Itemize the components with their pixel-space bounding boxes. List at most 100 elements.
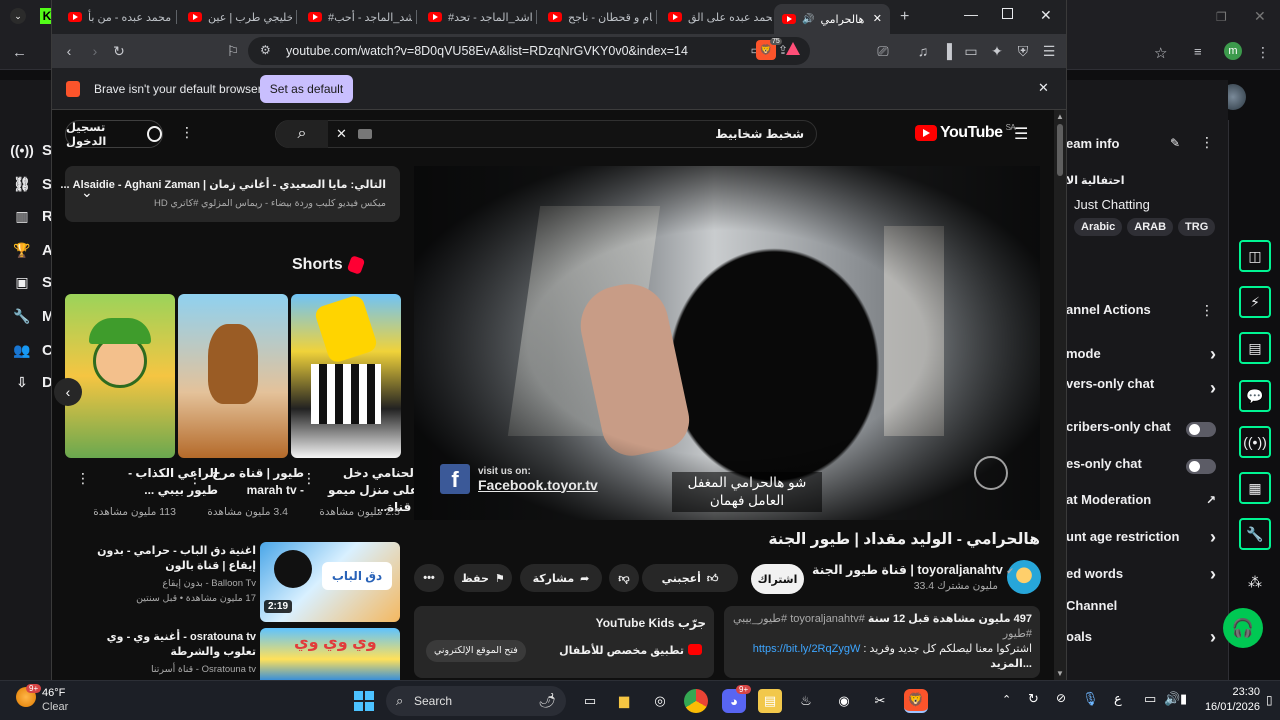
minimize-icon[interactable]: — bbox=[964, 6, 978, 22]
tab[interactable]: #راشد_الماجد - تحد bbox=[420, 4, 532, 30]
sign-in-button[interactable]: تسجيل الدخول bbox=[65, 120, 163, 148]
video-player[interactable]: f visit us on: Facebook.toyor.tv شو هالح… bbox=[414, 166, 1040, 520]
action-row-goals[interactable]: oals › bbox=[1066, 629, 1228, 651]
wrench-icon[interactable]: 🔧 bbox=[1239, 518, 1271, 550]
close-window-icon[interactable]: ✕ bbox=[1040, 7, 1052, 24]
tab[interactable]: يام و قحطان - ناجح bbox=[540, 4, 652, 30]
app-icon[interactable]: ◎ bbox=[648, 689, 672, 713]
share-button[interactable]: مشاركة ➦ bbox=[520, 564, 602, 592]
tray-sync-icon[interactable]: ↻ bbox=[1028, 691, 1039, 707]
channel-actions-menu-icon[interactable]: ⋮ bbox=[1200, 302, 1214, 319]
tab-active[interactable]: 🔊 هالحرامي ✕ bbox=[774, 4, 890, 34]
action-row-mode[interactable]: mode › bbox=[1066, 346, 1228, 368]
bookmark-star-icon[interactable]: ☆ bbox=[1154, 44, 1167, 62]
keyboard-icon[interactable] bbox=[358, 129, 372, 139]
left-nav-item-5[interactable]: ▣ S bbox=[14, 270, 54, 294]
bookmark-icon[interactable]: ⚐ bbox=[224, 42, 242, 60]
close-infobar-icon[interactable]: ✕ bbox=[1038, 80, 1049, 96]
stream-info-menu-icon[interactable]: ⋮ bbox=[1200, 134, 1214, 151]
background-back-icon[interactable]: ← bbox=[12, 44, 27, 61]
youtube-logo[interactable]: YouTube SA bbox=[915, 123, 1016, 142]
action-row-blocked-words[interactable]: ed words › bbox=[1066, 566, 1228, 588]
forward-icon[interactable]: › bbox=[86, 42, 104, 60]
action-row-followers-only[interactable]: vers-only chat › bbox=[1066, 376, 1228, 404]
tab[interactable]: #راشد_الماجد - أحب bbox=[300, 4, 412, 30]
set-as-default-button[interactable]: Set as default bbox=[260, 75, 353, 103]
settings-dots-icon[interactable]: ⋮ bbox=[180, 124, 194, 141]
media-controls-icon[interactable]: ≡ bbox=[1194, 44, 1202, 59]
playlist-up-next[interactable]: ⌄ التالي: مايا الصعيدي - أغاني زمان | Al… bbox=[60, 166, 400, 222]
related-thumbnail[interactable]: وي وي وي bbox=[260, 628, 400, 680]
wallet-icon[interactable]: ▭ bbox=[962, 42, 980, 60]
tray-overflow-icon[interactable]: ⌃ bbox=[1002, 693, 1011, 706]
broadcast-icon[interactable]: ((•)) bbox=[1239, 426, 1271, 458]
related-channel[interactable]: Balloon Tv - بدون إيقاع bbox=[82, 577, 256, 591]
music-icon[interactable]: ♫ bbox=[914, 42, 932, 60]
folder-app-icon[interactable]: ▤ bbox=[758, 689, 782, 713]
related-title[interactable]: اغنية دق الباب - حرامي - بدون إيقاع | قن… bbox=[82, 544, 256, 574]
notes-icon[interactable]: ▤ bbox=[1239, 332, 1271, 364]
battery-icon[interactable]: ▮ bbox=[1180, 691, 1187, 707]
maximize-icon[interactable] bbox=[1002, 8, 1013, 19]
brave-rewards-icon[interactable] bbox=[786, 42, 800, 55]
clock-time[interactable]: 23:30 bbox=[1204, 686, 1260, 698]
show-more-link[interactable]: ...المزيد bbox=[732, 657, 1032, 672]
profile-avatar-icon[interactable]: m bbox=[1224, 42, 1242, 60]
microphone-icon[interactable]: 🎙 bbox=[1082, 691, 1099, 707]
brave-taskbar-icon[interactable]: 🦁 bbox=[904, 689, 928, 713]
left-nav-item-2[interactable]: ⛓ S bbox=[13, 172, 54, 196]
short-title[interactable]: الراعي الكذاب - طيور بيبي ... bbox=[122, 465, 218, 499]
browser-menu-icon[interactable]: ⋮ bbox=[1256, 44, 1270, 61]
vpn-shield-icon[interactable]: ⛨ bbox=[1014, 42, 1032, 60]
windows-start-icon[interactable] bbox=[352, 689, 376, 713]
related-channel[interactable]: Osratouna tv - قناة أسرتنا bbox=[82, 663, 256, 677]
layout-icon[interactable]: ▦ bbox=[1239, 472, 1271, 504]
short-thumbnail[interactable] bbox=[65, 294, 175, 458]
sidebar-icon[interactable]: ▐ bbox=[938, 42, 956, 60]
more-actions-icon[interactable]: ⋮ bbox=[188, 470, 202, 487]
tag[interactable]: TRG bbox=[1178, 218, 1216, 236]
capcut-icon[interactable]: ✂ bbox=[868, 689, 892, 713]
new-tab-icon[interactable]: + bbox=[900, 8, 909, 26]
tab[interactable]: محمد عبده - من بأ bbox=[60, 4, 172, 30]
tag[interactable]: Arabic bbox=[1074, 218, 1123, 236]
action-row-subscribers-only[interactable]: cribers-only chat bbox=[1066, 419, 1228, 441]
tab[interactable]: محمد عبده على الق bbox=[660, 4, 772, 30]
dislike-button[interactable]: 👎︎ bbox=[609, 564, 639, 592]
scroll-down-icon[interactable]: ▼ bbox=[1056, 669, 1064, 678]
scrollbar-thumb[interactable] bbox=[1057, 124, 1063, 176]
file-explorer-icon[interactable]: ▆ bbox=[612, 689, 636, 713]
subscribers-only-toggle[interactable] bbox=[1186, 422, 1216, 437]
emotes-only-toggle[interactable] bbox=[1186, 459, 1216, 474]
like-button[interactable]: أعجبني 👍︎ bbox=[642, 564, 738, 592]
related-title[interactable]: osratouna tv - أغنية وي - وي تعلوب والشر… bbox=[82, 630, 256, 660]
obs-icon[interactable]: ◉ bbox=[832, 689, 856, 713]
description-link[interactable]: https://bit.ly/2RqZygW bbox=[753, 643, 861, 655]
search-icon[interactable]: ⌕ bbox=[276, 120, 328, 148]
leo-ai-icon[interactable]: ✦ bbox=[988, 42, 1006, 60]
action-row-age-restriction[interactable]: unt age restriction › bbox=[1066, 529, 1228, 551]
chat-bubble-icon[interactable]: 💬 bbox=[1239, 380, 1271, 412]
chrome-icon[interactable] bbox=[684, 689, 708, 713]
page-scrollbar[interactable]: ▲ ▼ bbox=[1054, 110, 1066, 680]
left-nav-item-4[interactable]: 🏆 A bbox=[13, 238, 54, 262]
action-row-chat-moderation[interactable]: at Moderation ↗ bbox=[1066, 492, 1228, 514]
address-bar[interactable]: ⚙ youtube.com/watch?v=8D0qVU58EvA&list=R… bbox=[248, 37, 810, 65]
reload-icon[interactable]: ↻ bbox=[110, 42, 128, 60]
weather-temp[interactable]: 46°F bbox=[42, 687, 65, 699]
lightning-icon[interactable]: ⚡ bbox=[1239, 286, 1271, 318]
tab[interactable]: خليجي طرب | عين bbox=[180, 4, 292, 30]
language-indicator[interactable]: ع bbox=[1114, 691, 1122, 707]
support-headset-icon[interactable]: 🎧 bbox=[1223, 608, 1263, 648]
short-title[interactable]: طيور | قناة مرح - marah tv bbox=[208, 465, 304, 499]
steam-icon[interactable]: ♨ bbox=[794, 689, 818, 713]
edit-pencil-icon[interactable]: ✎ bbox=[1170, 136, 1180, 150]
action-row-emotes-only[interactable]: es-only chat bbox=[1066, 456, 1228, 478]
nodes-icon[interactable]: ⁂ bbox=[1239, 566, 1271, 598]
scroll-up-icon[interactable]: ▲ bbox=[1056, 112, 1064, 121]
action-row-channel[interactable]: Channel bbox=[1066, 598, 1228, 620]
more-actions-icon[interactable]: ⋮ bbox=[302, 470, 316, 487]
tray-muted-icon[interactable]: ⊘ bbox=[1056, 691, 1066, 705]
clip-icon[interactable]: ◫ bbox=[1239, 240, 1271, 272]
clear-search-icon[interactable]: ✕ bbox=[336, 126, 347, 142]
